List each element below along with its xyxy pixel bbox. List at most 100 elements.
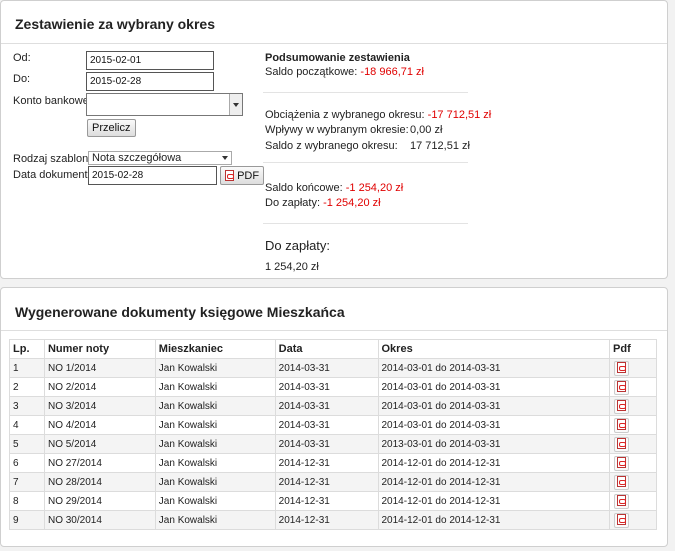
cell-date: 2014-03-31 <box>274 396 379 416</box>
cell-pdf <box>609 472 657 492</box>
cell-date: 2014-12-31 <box>274 510 379 530</box>
title-divider <box>1 330 667 331</box>
closing-balance-label: Saldo końcowe: <box>265 182 343 194</box>
cell-period: 2013-03-01 do 2014-03-31 <box>377 434 611 454</box>
cell-pdf <box>609 358 657 378</box>
col-date: Data <box>274 339 379 359</box>
charges-value: -17 712,51 zł <box>427 109 492 121</box>
cell-resident: Jan Kowalski <box>154 415 276 435</box>
download-pdf-button[interactable] <box>614 512 630 528</box>
cell-number: NO 5/2014 <box>43 434 156 454</box>
cell-resident: Jan Kowalski <box>154 453 276 473</box>
download-pdf-button[interactable] <box>614 360 630 376</box>
cell-pdf <box>609 491 657 511</box>
to-pay-label: Do zapłaty: <box>265 197 321 209</box>
cell-lp: 1 <box>9 358 45 378</box>
cell-period: 2014-12-01 do 2014-12-31 <box>377 491 611 511</box>
to-label: Do: <box>13 73 31 85</box>
download-pdf-button[interactable] <box>614 436 630 452</box>
cell-pdf <box>609 510 657 530</box>
cell-number: NO 27/2014 <box>43 453 156 473</box>
col-resident: Mieszkaniec <box>154 339 276 359</box>
cell-resident: Jan Kowalski <box>154 434 276 454</box>
summary-divider <box>263 92 468 93</box>
cell-lp: 6 <box>9 453 45 473</box>
table-row: 4 NO 4/2014 Jan Kowalski 2014-03-31 2014-03-… <box>9 415 657 435</box>
to-pay-row: Do zapłaty: -1 254,20 zł <box>265 197 381 209</box>
download-pdf-button[interactable] <box>614 417 630 433</box>
opening-balance-row: Saldo początkowe: -18 966,71 zł <box>265 66 424 78</box>
cell-number: NO 3/2014 <box>43 396 156 416</box>
cell-number: NO 4/2014 <box>43 415 156 435</box>
pdf-file-icon <box>617 513 627 525</box>
cell-resident: Jan Kowalski <box>154 396 276 416</box>
summary-panel-title: Zestawienie za wybrany okres <box>15 16 215 32</box>
cell-lp: 4 <box>9 415 45 435</box>
summary-heading: Podsumowanie zestawienia <box>265 52 410 64</box>
pdf-file-icon <box>617 418 627 430</box>
documents-table: Lp. Numer noty Mieszkaniec Data Okres Pd… <box>9 339 657 530</box>
col-number: Numer noty <box>43 339 156 359</box>
cell-date: 2014-03-31 <box>274 415 379 435</box>
col-pdf: Pdf <box>609 339 657 359</box>
from-label: Od: <box>13 52 31 64</box>
pdf-file-icon <box>617 437 627 449</box>
table-header-row: Lp. Numer noty Mieszkaniec Data Okres Pd… <box>9 339 657 359</box>
cell-pdf <box>609 396 657 416</box>
charges-row: Obciążenia z wybranego okresu: -17 712,5… <box>265 109 491 121</box>
cell-date: 2014-03-31 <box>274 358 379 378</box>
download-pdf-button[interactable] <box>614 493 630 509</box>
chevron-down-icon <box>222 156 228 160</box>
pdf-button[interactable]: PDF <box>220 166 265 185</box>
cell-pdf <box>609 453 657 473</box>
documents-panel-title: Wygenerowane dokumenty księgowe Mieszkań… <box>15 304 345 320</box>
chevron-down-icon[interactable] <box>229 94 242 115</box>
big-to-pay-label: Do zapłaty: <box>265 238 331 253</box>
table-row: 5 NO 5/2014 Jan Kowalski 2014-03-31 2013-03-… <box>9 434 657 454</box>
cell-number: NO 30/2014 <box>43 510 156 530</box>
cell-resident: Jan Kowalski <box>154 510 276 530</box>
summary-panel: Zestawienie za wybrany okres Od: Do: Kon… <box>0 0 668 279</box>
cell-pdf <box>609 415 657 435</box>
download-pdf-button[interactable] <box>614 474 630 490</box>
pdf-file-icon <box>617 361 627 373</box>
cell-number: NO 28/2014 <box>43 472 156 492</box>
to-pay-value: -1 254,20 zł <box>323 197 381 209</box>
table-row: 7 NO 28/2014 Jan Kowalski 2014-12-31 2014-12… <box>9 472 657 492</box>
recalculate-button[interactable]: Przelicz <box>87 119 136 137</box>
download-pdf-button[interactable] <box>614 455 630 471</box>
cell-pdf <box>609 377 657 397</box>
pdf-file-icon <box>617 380 627 392</box>
cell-number: NO 2/2014 <box>43 377 156 397</box>
opening-balance-label: Saldo początkowe: <box>265 66 358 78</box>
payments-value: 0,00 zł <box>410 124 443 136</box>
title-divider <box>1 43 667 44</box>
cell-period: 2014-03-01 do 2014-03-31 <box>377 377 611 397</box>
doc-date-input[interactable] <box>88 166 217 185</box>
cell-date: 2014-12-31 <box>274 491 379 511</box>
cell-number: NO 1/2014 <box>43 358 156 378</box>
cell-lp: 7 <box>9 472 45 492</box>
cell-number: NO 29/2014 <box>43 491 156 511</box>
cell-resident: Jan Kowalski <box>154 491 276 511</box>
cell-lp: 2 <box>9 377 45 397</box>
table-row: 9 NO 30/2014 Jan Kowalski 2014-12-31 2014-12… <box>9 510 657 530</box>
period-balance-label: Saldo z wybranego okresu: <box>265 140 398 152</box>
table-row: 8 NO 29/2014 Jan Kowalski 2014-12-31 2014-12… <box>9 491 657 511</box>
pdf-file-icon <box>225 170 234 182</box>
pdf-button-label: PDF <box>237 169 260 182</box>
template-label: Rodzaj szablonu: <box>13 153 98 165</box>
pdf-file-icon <box>617 456 627 468</box>
pdf-file-icon <box>617 475 627 487</box>
cell-date: 2014-03-31 <box>274 377 379 397</box>
bank-account-select[interactable] <box>86 93 243 116</box>
from-date-input[interactable] <box>86 51 214 70</box>
summary-divider <box>263 162 468 163</box>
closing-balance-value: -1 254,20 zł <box>345 182 404 194</box>
cell-period: 2014-12-01 do 2014-12-31 <box>377 472 611 492</box>
download-pdf-button[interactable] <box>614 379 630 395</box>
template-select[interactable]: Nota szczegółowa <box>88 151 232 165</box>
to-date-input[interactable] <box>86 72 214 91</box>
col-period: Okres <box>377 339 611 359</box>
download-pdf-button[interactable] <box>614 398 630 414</box>
